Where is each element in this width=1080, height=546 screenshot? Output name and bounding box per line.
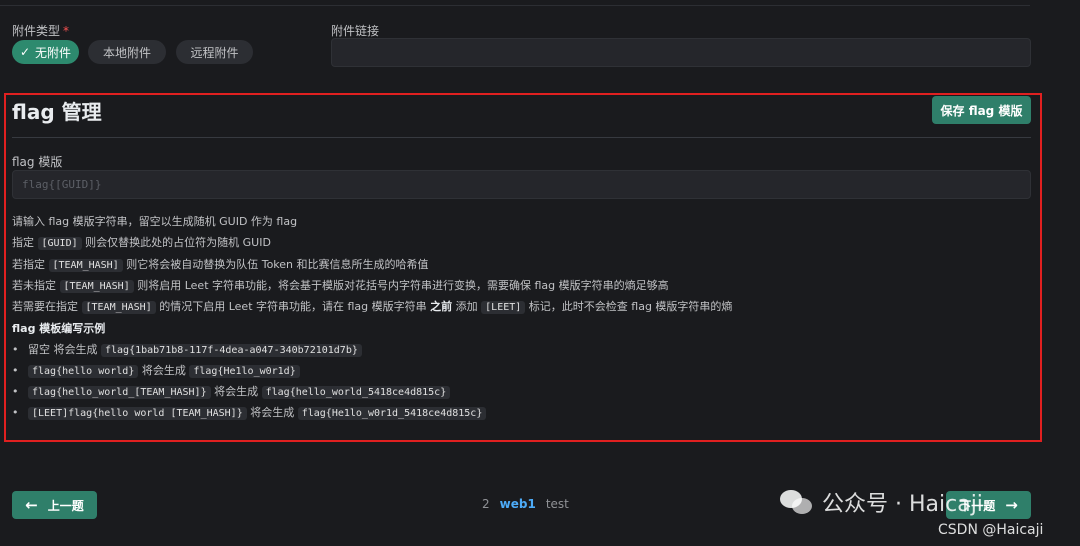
next-challenge-name: test bbox=[545, 497, 569, 511]
segment-no-attachment[interactable]: ✓ 无附件 bbox=[12, 40, 79, 64]
top-divider bbox=[0, 5, 1030, 6]
wechat-icon bbox=[780, 488, 814, 516]
csdn-watermark: CSDN @Haicaji bbox=[938, 522, 1044, 538]
attachment-link-label: 附件链接 bbox=[331, 24, 380, 38]
arrow-left-icon: ← bbox=[25, 496, 38, 514]
example-item: • flag{hello world} 将会生成 flag{He1lo_w0r1d… bbox=[12, 362, 300, 378]
flag-template-input[interactable] bbox=[12, 170, 1031, 199]
flag-template-label: flag 模版 bbox=[12, 155, 63, 169]
required-mark: * bbox=[63, 24, 70, 38]
section-title: flag 管理 bbox=[12, 100, 102, 124]
segment-local-attachment[interactable]: 本地附件 bbox=[88, 40, 166, 64]
segment-remote-attachment[interactable]: 远程附件 bbox=[176, 40, 253, 64]
example-item: • [LEET]flag{hello world [TEAM_HASH]} 将会生… bbox=[12, 404, 487, 420]
step-number: 2 bbox=[482, 497, 490, 511]
example-item: • flag{hello_world_[TEAM_HASH]} 将会生成 flag… bbox=[12, 383, 451, 399]
attachment-link-input[interactable] bbox=[331, 38, 1031, 67]
attachment-type-label: 附件类型 * bbox=[12, 24, 70, 38]
example-item: • 留空 将会生成 flag{1bab71b8-117f-4dea-a047-34… bbox=[12, 341, 362, 357]
arrow-right-icon: → bbox=[1005, 496, 1018, 514]
examples-title: flag 模板编写示例 bbox=[12, 322, 106, 335]
help-line-4: 若未指定 [TEAM_HASH] 则将启用 Leet 字符串功能，将会基于模版对… bbox=[12, 279, 669, 293]
wechat-watermark: 公众号 · Haicaji bbox=[780, 486, 983, 518]
previous-challenge-button[interactable]: ← 上一题 bbox=[12, 491, 97, 519]
save-flag-template-button[interactable]: 保存 flag 模版 bbox=[932, 96, 1031, 124]
current-challenge-name: web1 bbox=[499, 497, 536, 511]
challenge-stepper: 2 web1 test bbox=[482, 497, 569, 511]
help-line-3: 若指定 [TEAM_HASH] 则它将会被自动替换为队伍 Token 和比赛信息… bbox=[12, 258, 429, 272]
section-divider bbox=[12, 137, 1031, 138]
check-icon: ✓ bbox=[19, 45, 31, 59]
help-line-1: 请输入 flag 模版字符串，留空以生成随机 GUID 作为 flag bbox=[12, 215, 298, 228]
help-line-2: 指定 [GUID] 则会仅替换此处的占位符为随机 GUID bbox=[12, 236, 271, 250]
help-line-5: 若需要在指定 [TEAM_HASH] 的情况下启用 Leet 字符串功能，请在 … bbox=[12, 300, 733, 314]
